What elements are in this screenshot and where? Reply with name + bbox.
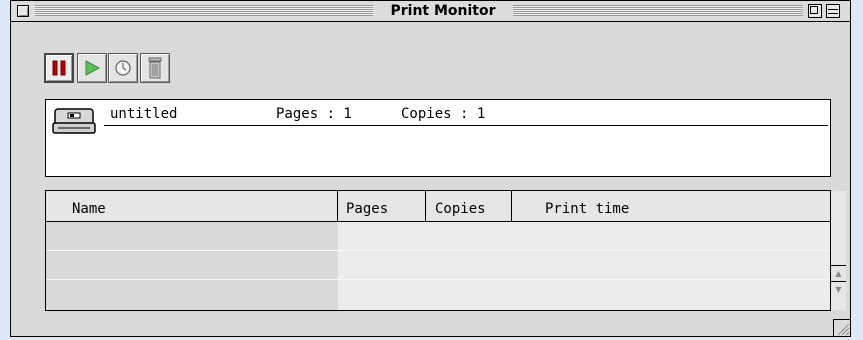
collapse-box[interactable] (826, 4, 840, 18)
pause-icon (52, 60, 66, 76)
column-header-print-time[interactable]: Print time (512, 191, 830, 221)
title-stripes-left (35, 5, 373, 16)
queue-cell-name (46, 222, 338, 251)
play-icon (85, 60, 100, 76)
scroll-up-arrow-icon[interactable]: ▲ (831, 265, 846, 281)
pause-button[interactable] (44, 53, 74, 83)
vertical-scrollbar[interactable]: ▲ ▼ (830, 191, 846, 310)
queue-cell-name (46, 251, 338, 280)
printer-icon (52, 108, 96, 134)
job-divider (104, 125, 828, 126)
schedule-button[interactable] (108, 53, 138, 83)
queue-cell-name (46, 280, 338, 310)
title-bar[interactable]: Print Monitor (11, 1, 850, 22)
job-pages: Pages : 1 (276, 106, 352, 122)
queue-cell-details (338, 280, 830, 310)
trash-icon (148, 57, 162, 79)
queue-cell-details (338, 251, 830, 280)
delete-button[interactable] (140, 53, 170, 83)
print-queue-list[interactable]: Name Pages Copies Print time ▲ ▼ (45, 190, 846, 311)
queue-row[interactable] (46, 251, 830, 280)
queue-header: Name Pages Copies Print time (46, 191, 830, 222)
clock-icon (115, 60, 131, 76)
zoom-box[interactable] (808, 4, 822, 18)
resize-lines (837, 323, 850, 336)
column-header-pages[interactable]: Pages (338, 191, 426, 221)
resize-grip-icon[interactable] (833, 319, 850, 336)
queue-cell-details (338, 222, 830, 251)
job-name: untitled (110, 106, 178, 122)
print-monitor-window: Print Monitor untitled Pages: 1 Copies … (10, 0, 851, 337)
close-box[interactable] (17, 5, 29, 17)
queue-row[interactable] (46, 280, 830, 310)
window-title: Print Monitor (373, 1, 513, 21)
resume-button[interactable] (77, 53, 107, 83)
queue-row[interactable] (46, 222, 830, 251)
scroll-down-arrow-icon[interactable]: ▼ (831, 281, 846, 297)
title-stripes-right (513, 5, 803, 16)
column-header-name[interactable]: Name (46, 191, 338, 221)
job-copies: Copies : 1 (401, 106, 486, 122)
current-job-panel: untitled Pages : 1 Copies : 1 (45, 99, 831, 177)
column-header-copies[interactable]: Copies (426, 191, 512, 221)
